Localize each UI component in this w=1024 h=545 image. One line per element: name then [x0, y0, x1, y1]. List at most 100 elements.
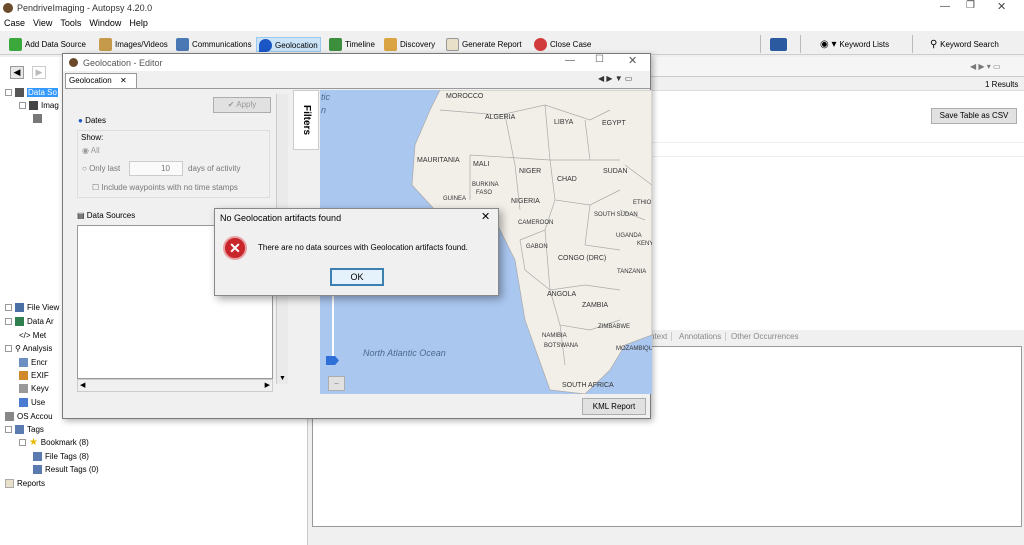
- radio-icon: ◉: [82, 146, 91, 155]
- generate-report-button[interactable]: Generate Report: [446, 37, 522, 52]
- minimize-button[interactable]: —: [940, 1, 950, 12]
- close-window-button[interactable]: ✕: [997, 0, 1006, 13]
- close-case-button[interactable]: Close Case: [534, 37, 591, 52]
- map-label: SUDAN: [603, 168, 628, 175]
- tree-file-views[interactable]: File View: [5, 303, 59, 313]
- show-label: Show:: [81, 133, 104, 142]
- tree-result-tags[interactable]: Result Tags (0): [33, 465, 99, 475]
- title-bar: PendriveImaging - Autopsy 4.20.0 — ❐ ✕: [0, 0, 1024, 16]
- add-data-source-button[interactable]: Add Data Source: [9, 37, 86, 52]
- dates-header: ● Dates: [78, 116, 106, 125]
- map-label: SOUTH SUDAN: [594, 212, 638, 218]
- tree-volume[interactable]: [33, 114, 45, 124]
- tree-encryption[interactable]: Encr: [19, 358, 47, 368]
- tree-user-content[interactable]: Use: [19, 398, 45, 408]
- map-label: CHAD: [557, 176, 577, 183]
- toolbar: Add Data Source Images/Videos Communicat…: [0, 33, 1024, 55]
- tree-exif[interactable]: EXIF: [19, 371, 49, 381]
- expand-icon: [5, 304, 12, 312]
- keyword-lists-button[interactable]: ◉ ▾ Keyword Lists: [820, 37, 889, 52]
- menu-view[interactable]: View: [29, 16, 56, 31]
- menu-window[interactable]: Window: [85, 16, 125, 31]
- map-label: ALGERIA: [485, 114, 516, 121]
- communications-button[interactable]: Communications: [176, 37, 252, 52]
- mail-button[interactable]: [770, 37, 790, 52]
- timeline-button[interactable]: Timeline: [329, 37, 375, 52]
- data-sources-icon: ▤: [77, 211, 87, 220]
- close-tab-icon[interactable]: ✕: [120, 76, 127, 85]
- dialog-window-controls[interactable]: ◀ ▶ ▼ ▭: [598, 74, 632, 83]
- volume-icon: [33, 114, 42, 124]
- tree-analysis-results[interactable]: ⚲ Analysis: [5, 344, 52, 354]
- tree-file-tags[interactable]: File Tags (8): [33, 452, 89, 462]
- dialog-maximize-button[interactable]: ☐: [595, 54, 604, 65]
- tab-other-occurrences[interactable]: Other Occurrences: [731, 332, 799, 341]
- alert-message: There are no data sources with Geolocati…: [258, 243, 468, 252]
- only-last-radio[interactable]: ○ Only last: [82, 164, 120, 173]
- tree-bookmark[interactable]: ★ Bookmark (8): [19, 438, 89, 448]
- back-button[interactable]: ◀: [10, 66, 24, 79]
- error-icon: ✕: [223, 236, 247, 260]
- include-waypoints-checkbox[interactable]: ☐ Include waypoints with no time stamps: [92, 183, 238, 192]
- images-videos-button[interactable]: Images/Videos: [99, 37, 168, 52]
- maximize-button[interactable]: ❐: [966, 0, 975, 11]
- app-icon: [69, 58, 78, 67]
- eye-icon: ◉ ▾: [820, 39, 840, 50]
- map-label: LIBYA: [554, 119, 574, 126]
- tree-data-artifacts[interactable]: Data Ar: [5, 317, 54, 327]
- alert-close-button[interactable]: ✕: [481, 210, 490, 223]
- map-label: TANZANIA: [617, 269, 647, 275]
- map-label: MOROCCO: [446, 93, 484, 100]
- menu-tools[interactable]: Tools: [56, 16, 85, 31]
- discovery-button[interactable]: Discovery: [384, 37, 435, 52]
- dialog-minimize-button[interactable]: —: [565, 55, 575, 66]
- days-spinner[interactable]: 10: [129, 161, 183, 176]
- window-title: PendriveImaging - Autopsy 4.20.0: [17, 3, 153, 13]
- plus-icon: [9, 38, 22, 52]
- tab-context[interactable]: ntext: [650, 332, 673, 341]
- timeline-icon: [329, 38, 342, 52]
- no-artifacts-alert: No Geolocation artifacts found ✕ ✕ There…: [214, 208, 499, 296]
- tree-metadata[interactable]: </> Met: [19, 331, 46, 341]
- magnifier-icon: ⚲: [930, 39, 941, 50]
- geolocation-tab[interactable]: Geolocation ✕: [65, 73, 137, 88]
- dialog-title: Geolocation - Editor: [83, 58, 163, 68]
- tree-reports[interactable]: Reports: [5, 479, 45, 489]
- database-icon: [15, 88, 24, 98]
- geolocation-button[interactable]: Geolocation: [256, 37, 321, 53]
- zoom-out-button[interactable]: −: [328, 376, 345, 391]
- filters-side-tab[interactable]: Filters: [293, 90, 319, 150]
- results-nav-arrows[interactable]: ◀ ▶ ▾ ▭: [970, 62, 1001, 71]
- tree-tags[interactable]: Tags: [5, 425, 44, 435]
- all-radio[interactable]: ◉ All: [82, 146, 100, 155]
- map-label: ZIMBABWE: [598, 324, 631, 330]
- map-pin-icon: [259, 39, 272, 53]
- days-suffix: days of activity: [188, 164, 241, 173]
- dialog-close-button[interactable]: ✕: [628, 54, 637, 67]
- tree-os-accounts[interactable]: OS Accou: [5, 412, 53, 422]
- tree-data-sources[interactable]: Data So: [5, 88, 58, 98]
- kml-report-button[interactable]: KML Report: [582, 398, 646, 415]
- keyword-search-button[interactable]: ⚲ Keyword Search: [930, 37, 999, 52]
- forward-button[interactable]: ▶: [32, 66, 46, 79]
- communications-icon: [176, 38, 189, 52]
- map-label: BOTSWANA: [544, 343, 579, 349]
- tree-image[interactable]: Imag: [19, 101, 59, 111]
- alert-title: No Geolocation artifacts found: [220, 213, 342, 223]
- save-table-button[interactable]: Save Table as CSV: [931, 108, 1017, 124]
- tab-annotations[interactable]: Annotations: [679, 332, 727, 341]
- map-zoom-slider[interactable]: [332, 285, 334, 360]
- tree-keyword-hits[interactable]: Keyv: [19, 384, 49, 394]
- key-icon: [19, 384, 28, 394]
- menu-case[interactable]: Case: [0, 16, 29, 31]
- artifacts-icon: [15, 317, 24, 327]
- result-tag-icon: [33, 465, 42, 475]
- exif-icon: [19, 371, 28, 381]
- menu-help[interactable]: Help: [125, 16, 152, 31]
- ok-button[interactable]: OK: [330, 268, 384, 286]
- apply-button[interactable]: ✔ Apply: [213, 97, 271, 113]
- map-label: NIGER: [519, 168, 542, 175]
- map-label: North Atlantic Ocean: [363, 348, 446, 358]
- horizontal-scrollbar[interactable]: ◀ ▶: [77, 379, 273, 392]
- collapse-icon: [19, 102, 26, 110]
